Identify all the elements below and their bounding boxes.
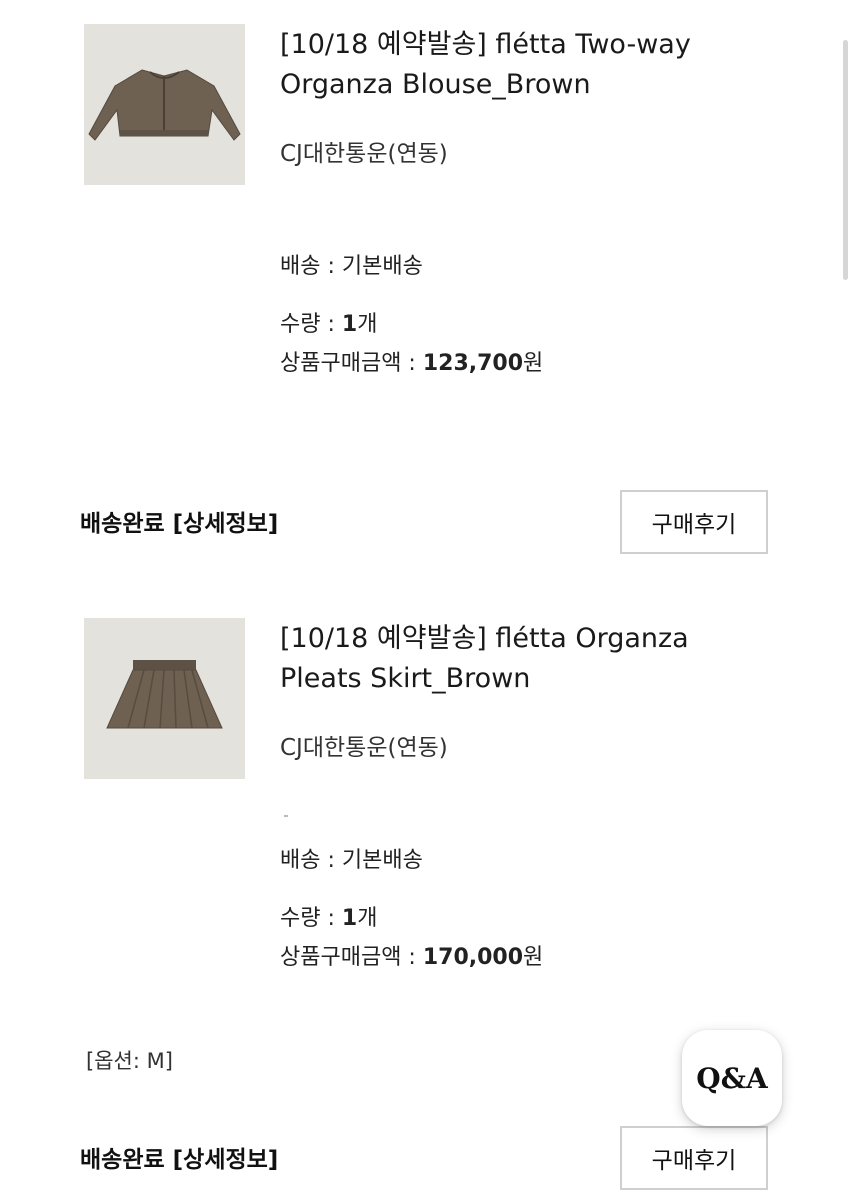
shipping-method: 배송 : 기본배송: [280, 254, 423, 279]
skirt-product-image: [106, 660, 223, 729]
option-text: [옵션: M]: [86, 1049, 173, 1073]
blouse-product-image: [88, 69, 241, 141]
delivery-status: 배송완료 [상세정보]: [80, 511, 279, 537]
details-link[interactable]: [상세정보]: [173, 511, 279, 537]
product-title[interactable]: [10/18 예약발송] flétta Two-way Organza Blou…: [280, 25, 800, 105]
product-thumbnail[interactable]: [84, 24, 245, 185]
carrier-name: CJ대한통운(연동): [280, 735, 448, 761]
carrier-name: CJ대한통운(연동): [280, 141, 448, 167]
quantity: 수량 : 1개: [280, 312, 378, 337]
qa-floating-button[interactable]: Q&A: [682, 1030, 782, 1126]
scrollbar[interactable]: [843, 40, 848, 280]
product-thumbnail[interactable]: [84, 618, 245, 779]
review-button[interactable]: 구매후기: [620, 490, 768, 554]
details-link[interactable]: [상세정보]: [173, 1147, 279, 1173]
separator-dot: [284, 815, 288, 817]
delivery-status: 배송완료 [상세정보]: [80, 1147, 279, 1173]
review-button[interactable]: 구매후기: [620, 1126, 768, 1190]
quantity: 수량 : 1개: [280, 906, 378, 931]
product-title[interactable]: [10/18 예약발송] flétta Organza Pleats Skirt…: [280, 619, 800, 699]
purchase-amount: 상품구매금액 : 170,000원: [280, 945, 544, 970]
shipping-method: 배송 : 기본배송: [280, 848, 423, 873]
purchase-amount: 상품구매금액 : 123,700원: [280, 351, 544, 376]
